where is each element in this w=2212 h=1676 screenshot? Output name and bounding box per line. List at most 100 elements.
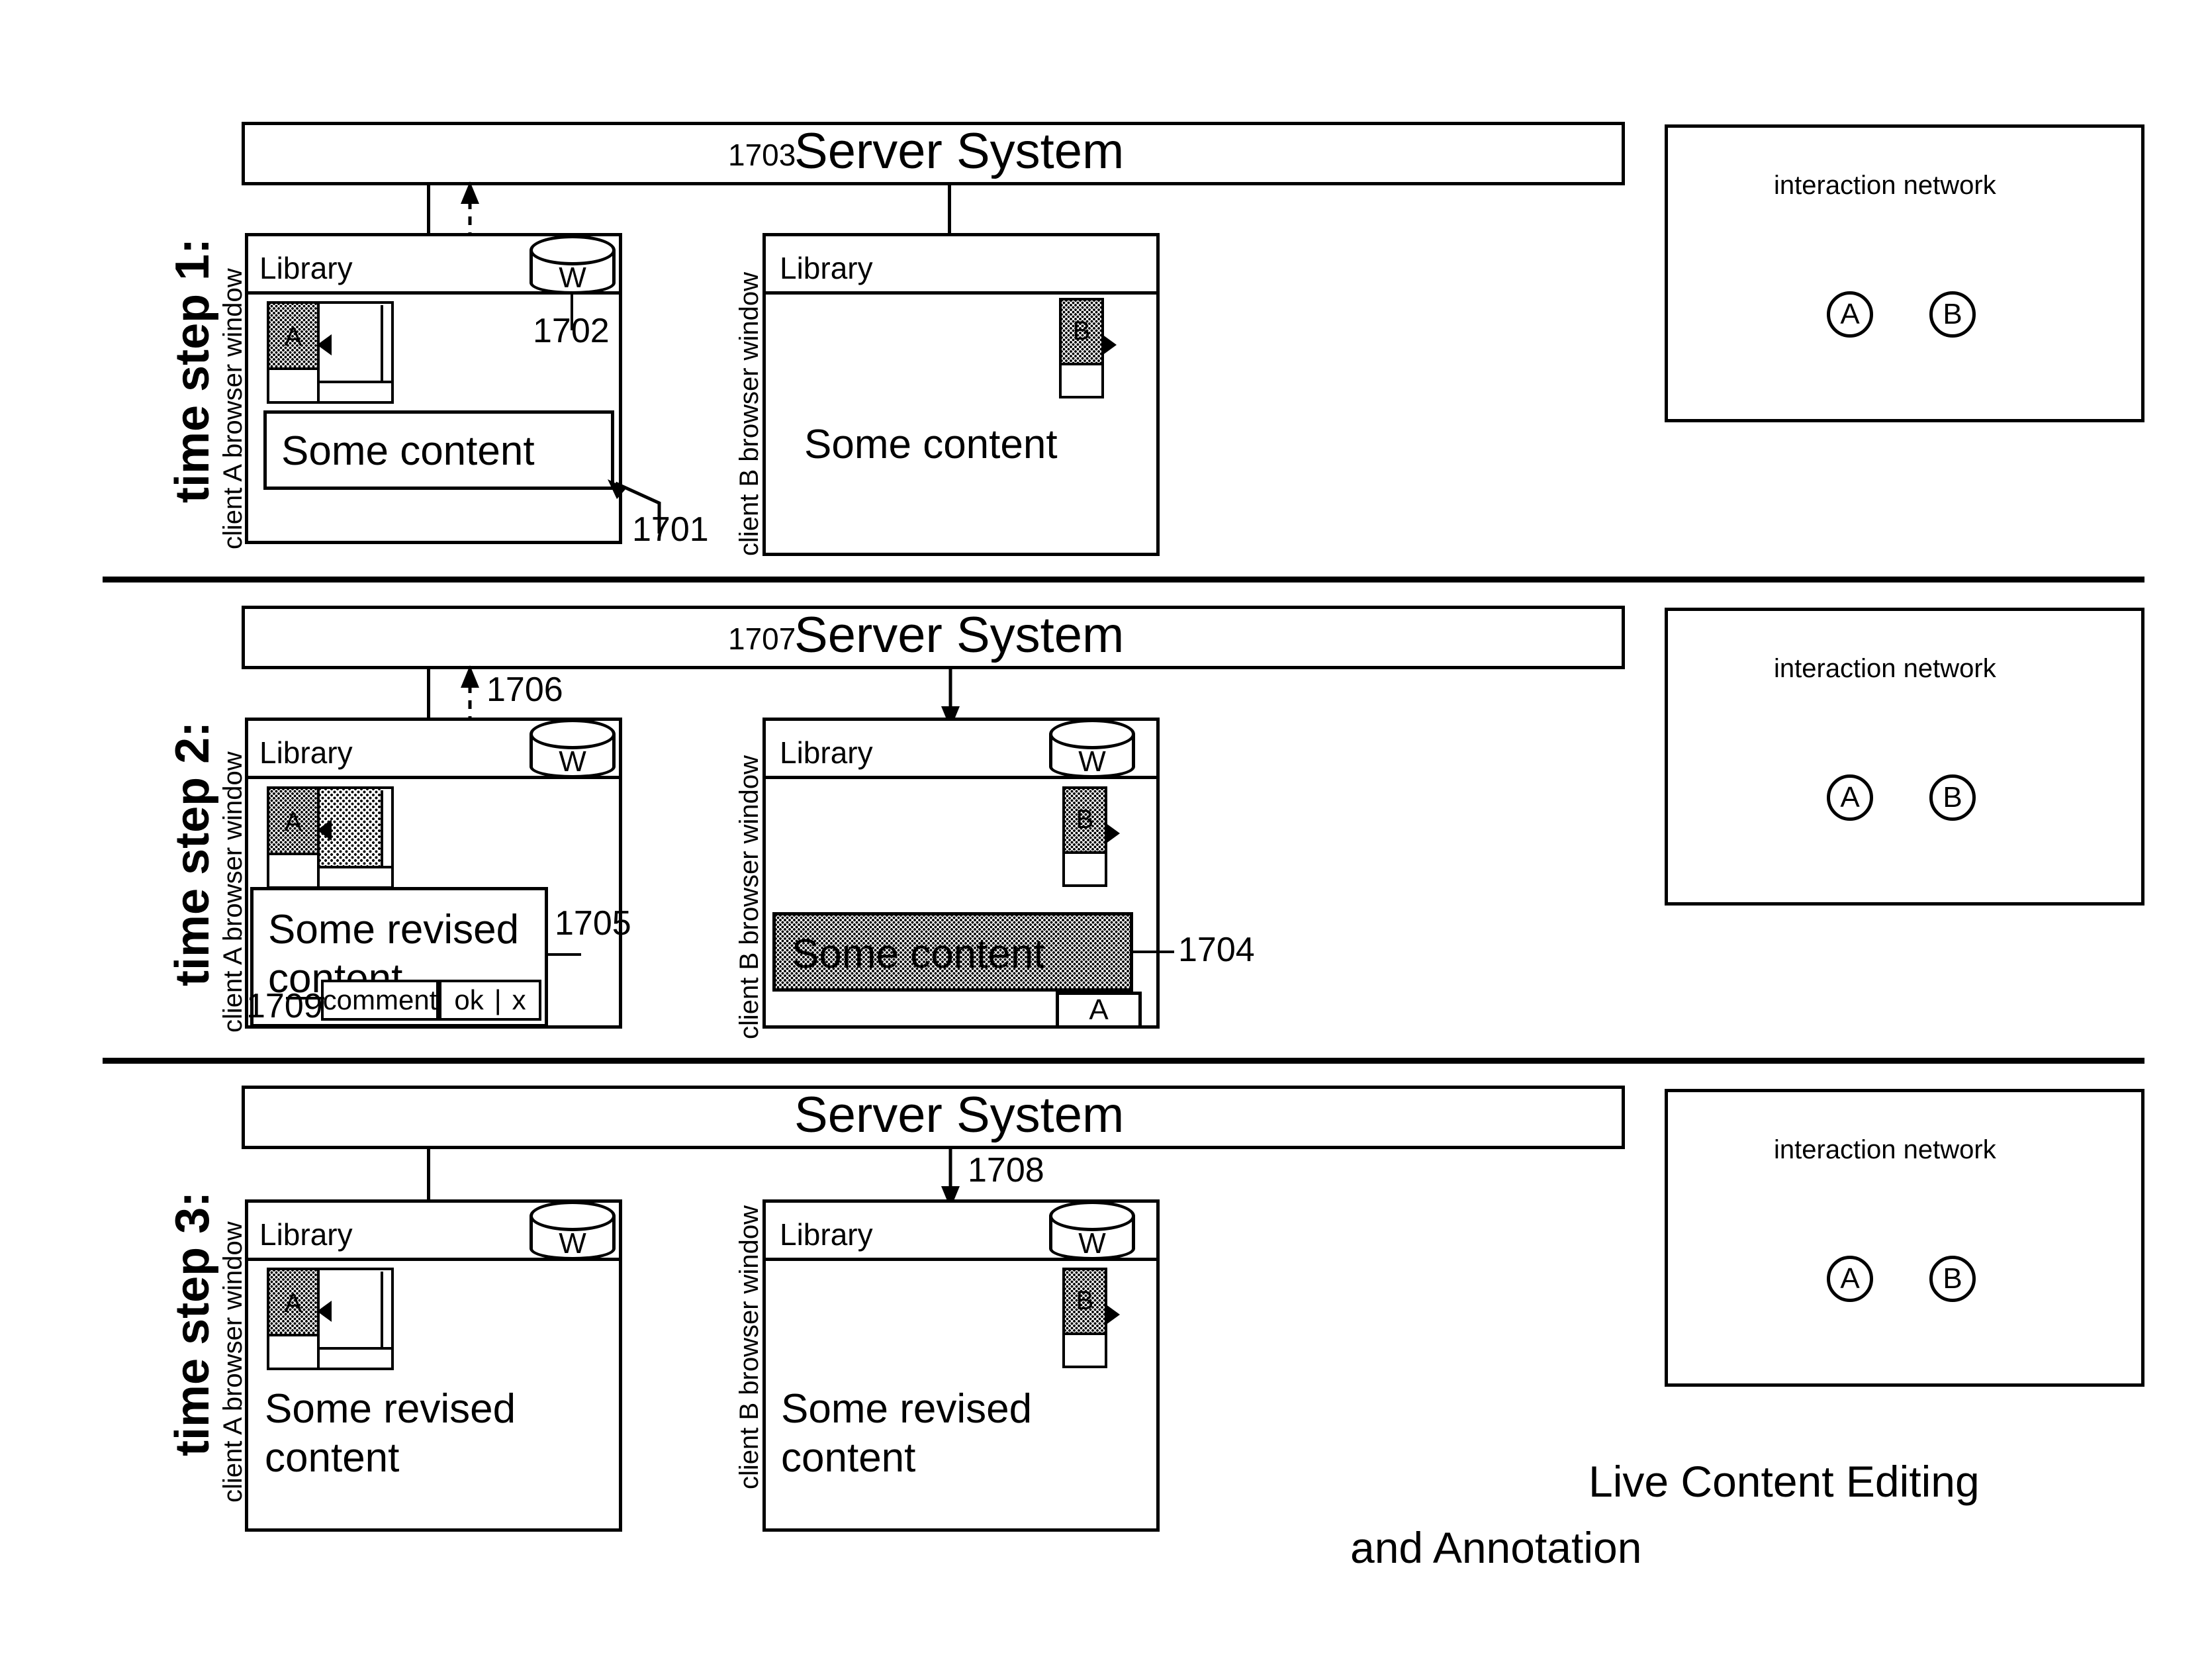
figure-caption-line1: Live Content Editing: [1589, 1457, 1980, 1506]
ref-1702: 1702: [533, 312, 610, 350]
client-b-thumbnail-rule-3: [1065, 1332, 1105, 1335]
interaction-node-b-2[interactable]: B: [1929, 774, 1976, 821]
client-a-content-line1-3: Some revised: [265, 1386, 516, 1432]
thumbnail-hrule-2: [269, 853, 317, 855]
client-b-library-label-2: Library: [780, 735, 873, 770]
client-a-thumbnail-2[interactable]: A: [267, 786, 394, 889]
server-to-client-b-line-1: [948, 185, 951, 235]
client-b-thumbnail-cursor-3: [1105, 1304, 1120, 1325]
client-b-storage-letter-3: W: [1078, 1227, 1106, 1260]
client-b-library-bar-rule-1: [762, 291, 1160, 295]
interaction-node-a-2[interactable]: A: [1827, 774, 1873, 821]
band-divider-1: [103, 577, 2144, 582]
comment-field-2[interactable]: comment: [321, 980, 439, 1021]
client-a-thumbnail-letter-2: A: [284, 808, 302, 837]
server-to-client-a-line-1: [427, 185, 430, 235]
client-a-window-label-3: client A browser window: [218, 1221, 248, 1503]
server-ref-1: 1703: [728, 138, 796, 172]
client-a-thumbnail-letter-1: A: [284, 322, 302, 351]
client-a-library-label-3: Library: [259, 1217, 353, 1252]
server-title-1: Server System: [794, 123, 1125, 179]
client-a-window-label-1: client A browser window: [218, 268, 248, 549]
thumbnail-hrule2-3: [320, 1347, 394, 1350]
figure-canvas: time step 1: client A browser window cli…: [0, 0, 2212, 1676]
client-a-storage-letter-2: W: [559, 745, 586, 778]
ref-1704: 1704: [1178, 931, 1255, 969]
ref-1701: 1701: [632, 510, 709, 549]
client-a-thumbnail-letter-3: A: [284, 1289, 302, 1318]
client-b-storage-cylinder-3[interactable]: W: [1049, 1201, 1135, 1260]
client-b-content-text-2: Some content: [792, 931, 1045, 977]
server-to-client-a-line-2: [427, 669, 430, 719]
close-button-2[interactable]: x: [506, 984, 533, 1016]
client-b-thumbnail-letter-2: B: [1076, 805, 1094, 834]
interaction-node-b-1[interactable]: B: [1929, 291, 1976, 338]
interaction-node-a-1[interactable]: A: [1827, 291, 1873, 338]
client-b-highlighted-content-box-2[interactable]: Some content: [772, 912, 1133, 992]
client-a-storage-cylinder-2[interactable]: W: [530, 719, 616, 778]
toolbar-separator-2: |: [494, 984, 502, 1015]
ref-1705: 1705: [555, 904, 631, 943]
client-b-storage-cylinder-2[interactable]: W: [1049, 719, 1135, 778]
thumbnail-cursor-2: [317, 819, 332, 841]
client-b-window-label-1: client B browser window: [735, 271, 764, 556]
client-b-window-label-3: client B browser window: [735, 1205, 764, 1489]
thumbnail-right-edge-3: [381, 1272, 383, 1347]
interaction-network-title-2: interaction network: [1774, 654, 1996, 683]
interaction-network-title-3: interaction network: [1774, 1135, 1996, 1164]
client-a-content-line2-3: content: [265, 1435, 400, 1481]
client-b-storage-letter-2: W: [1078, 745, 1106, 778]
client-b-content-text-1: Some content: [804, 422, 1058, 467]
client-b-library-label-1: Library: [780, 251, 873, 285]
client-a-thumbnail-1[interactable]: A: [267, 301, 394, 404]
client-b-thumbnail-cursor-2: [1105, 823, 1120, 844]
server-title-3: Server System: [794, 1087, 1125, 1143]
step-label-3: time step 3:: [166, 1191, 219, 1456]
ref-1705-leader: [548, 953, 581, 956]
thumbnail-hrule-1: [269, 367, 317, 370]
interaction-node-a-3[interactable]: A: [1827, 1256, 1873, 1302]
client-a-window-label-2: client A browser window: [218, 751, 248, 1033]
ref-1704-leader: [1133, 951, 1174, 953]
ref-1708: 1708: [968, 1151, 1044, 1189]
client-a-library-label-1: Library: [259, 251, 353, 285]
ref-1706: 1706: [486, 671, 563, 709]
client-b-thumbnail-2[interactable]: B: [1062, 786, 1107, 887]
client-b-thumbnail-1[interactable]: B: [1059, 298, 1104, 398]
client-b-thumbnail-rule-1: [1062, 363, 1101, 365]
client-a-storage-cylinder-3[interactable]: W: [530, 1201, 616, 1260]
upload-arrow-2: [461, 665, 479, 725]
upload-arrow-1: [461, 181, 479, 241]
thumbnail-right-edge-2: [381, 790, 383, 866]
client-b-content-line2-3: content: [781, 1435, 916, 1481]
client-b-thumbnail-rule-2: [1065, 851, 1105, 854]
thumbnail-hrule2-2: [320, 866, 394, 868]
ok-cancel-group-2: ok | x: [439, 980, 541, 1021]
ref-1709: 1709: [246, 987, 323, 1025]
client-a-storage-letter-3: W: [559, 1227, 586, 1260]
client-a-thumbnail-3[interactable]: A: [267, 1268, 394, 1370]
thumbnail-hrule2-1: [320, 381, 394, 383]
client-b-thumbnail-letter-1: B: [1072, 316, 1091, 346]
interaction-network-box-1: [1665, 124, 2144, 422]
figure-caption-line2: and Annotation: [1350, 1523, 1642, 1572]
client-a-content-text-1: Some content: [281, 428, 535, 474]
step-label-2: time step 2:: [166, 721, 219, 986]
thumbnail-cursor-1: [317, 334, 332, 355]
server-ref-2: 1707: [728, 622, 796, 656]
client-b-window-label-2: client B browser window: [735, 755, 764, 1039]
client-a-storage-cylinder-1[interactable]: W: [530, 235, 616, 295]
client-b-thumbnail-3[interactable]: B: [1062, 1268, 1107, 1368]
step-label-1: time step 1:: [166, 238, 219, 503]
interaction-node-b-3[interactable]: B: [1929, 1256, 1976, 1302]
client-b-content-line1-3: Some revised: [781, 1386, 1033, 1432]
ok-button-2[interactable]: ok: [447, 984, 490, 1016]
interaction-network-box-3: [1665, 1089, 2144, 1387]
client-b-annotation-tag-2[interactable]: A: [1056, 992, 1142, 1029]
band-divider-2: [103, 1058, 2144, 1064]
interaction-network-title-1: interaction network: [1774, 171, 1996, 200]
client-a-storage-letter-1: W: [559, 261, 586, 294]
interaction-network-box-2: [1665, 608, 2144, 906]
client-a-library-label-2: Library: [259, 735, 353, 770]
client-b-library-label-3: Library: [780, 1217, 873, 1252]
